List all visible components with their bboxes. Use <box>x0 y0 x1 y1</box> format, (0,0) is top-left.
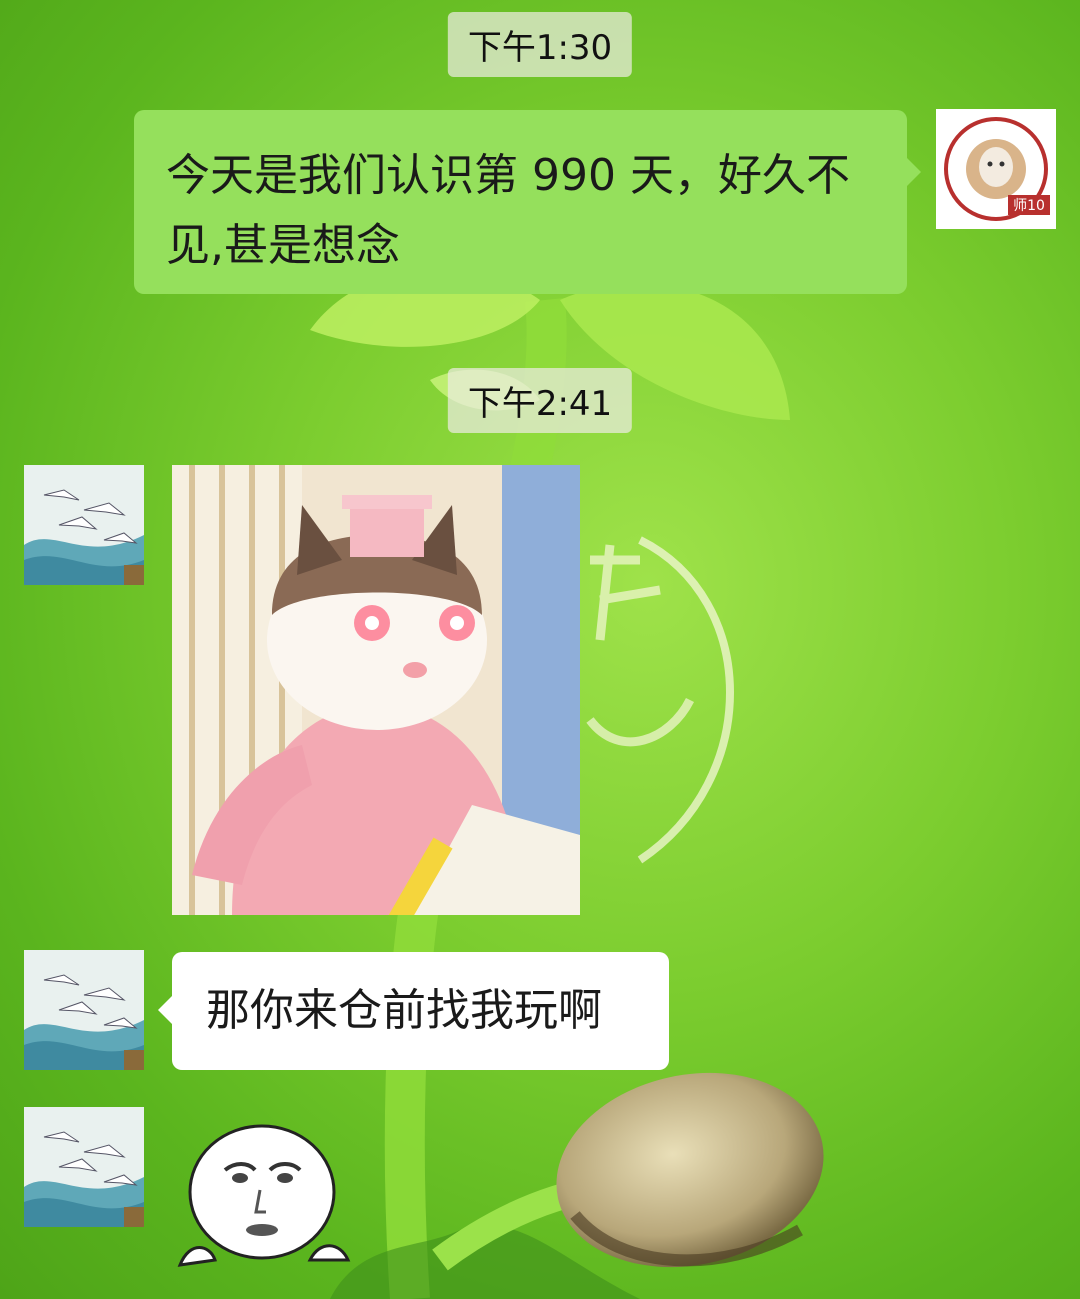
cat-nurse-image[interactable] <box>172 465 580 915</box>
message-text-line-1: 今天是我们认识第 990 天，好久不 <box>166 150 850 201</box>
message-text: 那你来仓前找我玩啊 <box>206 985 602 1036</box>
avatar-mark: 师10 <box>1013 198 1045 214</box>
contact-avatar[interactable] <box>24 465 144 585</box>
cranes-painting-avatar-icon <box>24 950 144 1070</box>
timestamp: 下午1:30 <box>447 12 633 77</box>
face-looking-up-sticker-icon <box>177 1124 351 1267</box>
message-bubble-other[interactable]: 那你来仓前找我玩啊 <box>158 952 669 1070</box>
bubble-tail <box>907 158 921 186</box>
university-seal-avatar-icon: 师10 <box>944 117 1050 221</box>
cranes-painting-avatar-icon <box>24 465 144 585</box>
cat-nurse-sticker-icon <box>172 465 580 915</box>
message-bubble-me[interactable]: 今天是我们认识第 990 天，好久不 见,甚是想念 <box>134 110 921 294</box>
timestamp-text: 下午2:41 <box>467 384 613 424</box>
contact-avatar[interactable] <box>24 950 144 1070</box>
bubble-tail <box>158 996 172 1024</box>
timestamp-text: 下午1:30 <box>467 28 613 68</box>
timestamp: 下午2:41 <box>447 368 633 433</box>
message-text-line-2: 见,甚是想念 <box>166 220 400 271</box>
contact-avatar[interactable] <box>24 1107 144 1227</box>
cranes-painting-avatar-icon <box>24 1107 144 1227</box>
face-looking-up-sticker[interactable] <box>170 1120 355 1270</box>
my-avatar[interactable]: 师10 <box>936 109 1056 229</box>
